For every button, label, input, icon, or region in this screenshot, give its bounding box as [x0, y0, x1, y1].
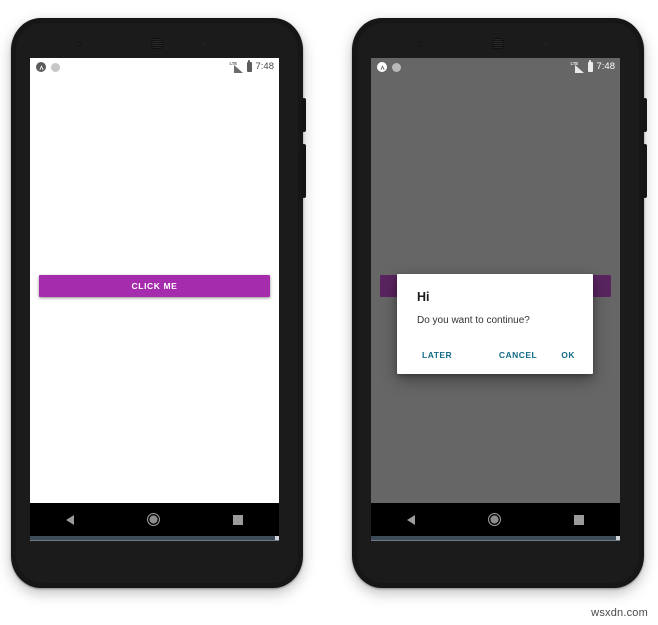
earpiece-speaker-icon	[150, 37, 164, 50]
battery-icon	[246, 60, 252, 72]
phone-mockup-right: LTE 7:48 CLICK ME Hi Do you want to cont…	[352, 18, 647, 588]
nav-home-button-right[interactable]	[487, 513, 501, 526]
signal-triangle	[233, 64, 243, 73]
light-sensor-icon	[203, 43, 206, 46]
home-circle-icon	[487, 513, 501, 526]
status-bar-right-icons: LTE 7:48	[571, 60, 616, 73]
battery-icon	[587, 60, 593, 72]
power-button-right[interactable]	[643, 98, 647, 132]
status-bar-clock: 7:48	[596, 61, 616, 73]
status-bar-left-icons	[377, 62, 401, 72]
status-bar-right-icons: LTE 7:48	[230, 60, 275, 73]
screen-left: LTE 7:48 CLICK ME	[30, 58, 279, 536]
light-sensor-icon	[544, 43, 547, 46]
front-camera-icon	[417, 42, 422, 47]
nav-home-button-left[interactable]	[146, 513, 160, 526]
volume-button-left[interactable]	[302, 144, 306, 198]
status-bar-right: LTE 7:48	[371, 58, 620, 76]
recents-square-icon	[573, 514, 584, 525]
screenshot-canvas: LTE 7:48 CLICK ME LTE 7:48 Hi Do you wan…	[0, 0, 658, 625]
circle-dot-icon	[392, 62, 401, 72]
nav-recents-button-left[interactable]	[232, 514, 243, 525]
circle-dot-icon	[51, 62, 60, 72]
back-triangle-icon	[407, 514, 416, 525]
dialog-actions: LATER CANCEL OK	[397, 327, 593, 374]
bottom-scroll-strip-left[interactable]	[30, 536, 279, 541]
earpiece-speaker-icon	[491, 37, 505, 50]
volume-button-right[interactable]	[643, 144, 647, 198]
watermark: wsxdn.com	[591, 607, 648, 619]
status-bar-left: LTE 7:48	[30, 58, 279, 76]
dialog-ok-button[interactable]: OK	[556, 347, 580, 363]
signal-triangle	[574, 64, 584, 73]
navigation-bar-right	[371, 503, 620, 536]
dialog-message: Do you want to continue?	[417, 314, 530, 326]
app-content-left: CLICK ME	[30, 76, 279, 503]
alert-dialog: Hi Do you want to continue? LATER CANCEL…	[397, 274, 593, 374]
nav-back-button-right[interactable]	[407, 514, 416, 525]
phone-mockup-left: LTE 7:48 CLICK ME	[11, 18, 306, 588]
app-content-right: CLICK ME Hi Do you want to continue? LAT…	[371, 76, 620, 503]
signal-bars-icon: LTE	[230, 61, 243, 73]
screen-right: LTE 7:48 CLICK ME Hi Do you want to cont…	[371, 58, 620, 536]
status-bar-clock: 7:48	[255, 61, 275, 73]
app-notification-icon	[36, 62, 46, 72]
app-notification-icon	[377, 62, 387, 72]
bottom-scroll-strip-right[interactable]	[371, 536, 620, 541]
nav-back-button-left[interactable]	[66, 514, 75, 525]
home-circle-icon	[146, 513, 160, 526]
back-triangle-icon	[66, 514, 75, 525]
dialog-title: Hi	[417, 290, 430, 304]
nav-recents-button-right[interactable]	[573, 514, 584, 525]
click-me-button[interactable]: CLICK ME	[39, 275, 270, 297]
front-camera-icon	[76, 42, 81, 47]
signal-bars-icon: LTE	[571, 61, 584, 73]
power-button-left[interactable]	[302, 98, 306, 132]
status-bar-left-icons	[36, 62, 60, 72]
dialog-cancel-button[interactable]: CANCEL	[494, 347, 542, 363]
dialog-later-button[interactable]: LATER	[417, 347, 457, 363]
navigation-bar-left	[30, 503, 279, 536]
recents-square-icon	[232, 514, 243, 525]
